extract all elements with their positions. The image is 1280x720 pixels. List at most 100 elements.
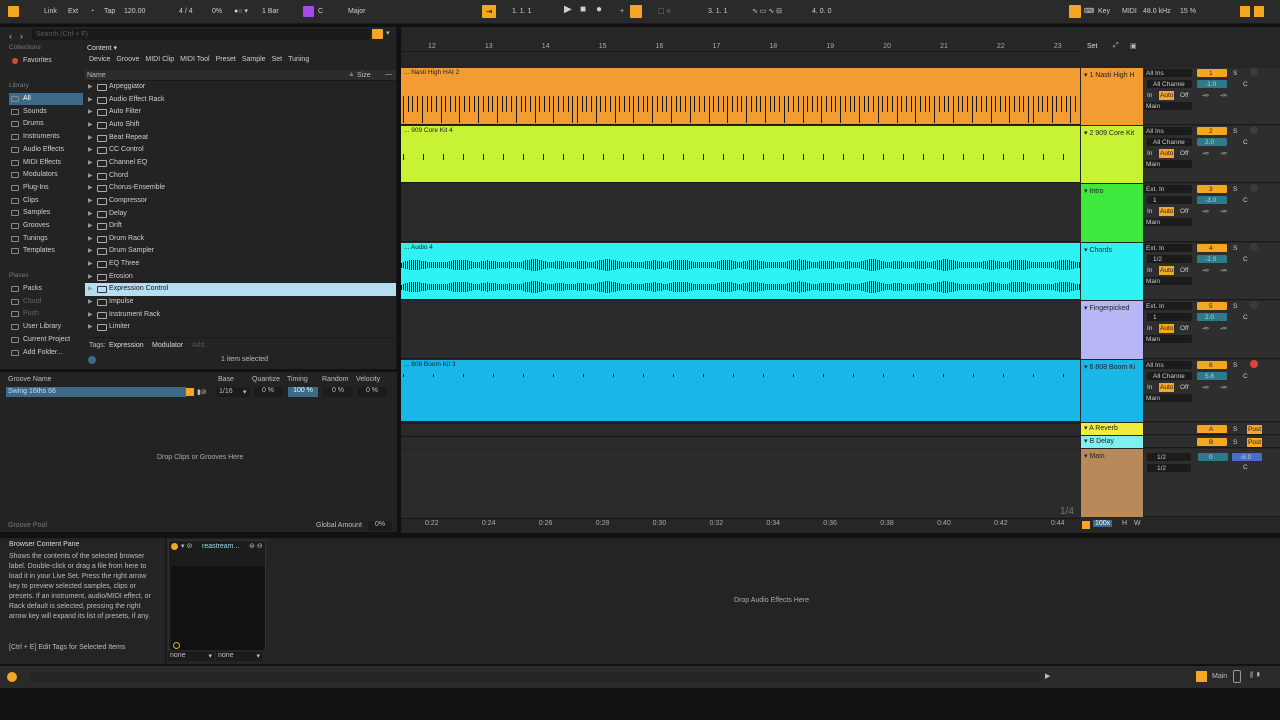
sidebar-item-instruments[interactable]: Instruments xyxy=(9,131,83,143)
browser-menu-icon[interactable]: ▾ xyxy=(386,29,390,37)
expand-arrow-icon[interactable]: ▶ xyxy=(88,220,93,233)
monitor-in-button[interactable]: In xyxy=(1147,91,1152,100)
global-amount-field[interactable]: 0% xyxy=(368,521,392,531)
arm-icon[interactable] xyxy=(1250,68,1258,76)
arm-icon[interactable] xyxy=(1250,301,1258,309)
track-activator[interactable]: 1 xyxy=(1197,69,1227,77)
punch-in-icon[interactable]: ∿ ▭ ∿ ⊟ xyxy=(752,6,782,18)
sidebar-item-templates[interactable]: Templates xyxy=(9,245,83,257)
volume-field[interactable]: 2.0 xyxy=(1197,138,1227,146)
expand-icon[interactable]: ⤢ xyxy=(1113,42,1119,50)
output-select[interactable]: Main xyxy=(1144,335,1192,343)
expand-arrow-icon[interactable]: ▶ xyxy=(88,309,93,322)
size-column-header[interactable]: Size xyxy=(357,72,371,79)
clip[interactable]: ... 909 Core Kit 4 xyxy=(401,126,1080,183)
sidebar-item-midi-effects[interactable]: MIDI Effects xyxy=(9,157,83,169)
base-select[interactable]: 1/16 xyxy=(219,388,233,395)
monitor-auto-button[interactable]: Auto xyxy=(1159,324,1175,333)
solo-button[interactable]: S xyxy=(1233,302,1237,311)
input-type-select[interactable]: All Ins xyxy=(1144,361,1192,369)
expand-arrow-icon[interactable]: ▶ xyxy=(88,81,93,94)
overdub-icon[interactable]: + xyxy=(620,6,624,18)
pan-value[interactable]: C xyxy=(1243,255,1248,264)
device-select-1[interactable]: none ▾ xyxy=(168,652,214,661)
volume-field[interactable]: 5.8 xyxy=(1197,372,1227,380)
hot-swap-icon[interactable] xyxy=(186,388,194,396)
monitor-off-button[interactable]: Off xyxy=(1180,207,1189,216)
scale-select[interactable]: Major xyxy=(348,6,366,18)
solo-button[interactable]: S xyxy=(1233,185,1237,194)
send-b-value[interactable]: -∞ xyxy=(1220,324,1227,333)
expand-arrow-icon[interactable]: ▶ xyxy=(88,170,93,183)
sidebar-item-grooves[interactable]: Grooves xyxy=(9,220,83,232)
list-item[interactable]: ▶ Auto Filter xyxy=(85,106,396,119)
solo-button[interactable]: S xyxy=(1233,361,1237,370)
sidebar-item-plug-ins[interactable]: Plug-Ins xyxy=(9,182,83,194)
monitor-off-button[interactable]: Off xyxy=(1180,266,1189,275)
fold-icon[interactable]: ▣ xyxy=(1130,42,1137,50)
monitor-off-button[interactable]: Off xyxy=(1180,324,1189,333)
main-input-2[interactable]: 1/2 xyxy=(1157,464,1166,473)
monitor-auto-button[interactable]: Auto xyxy=(1159,207,1175,216)
sidebar-item-tunings[interactable]: Tunings xyxy=(9,233,83,245)
list-item[interactable]: ▶ Chorus-Ensemble xyxy=(85,182,396,195)
monitor-in-button[interactable]: In xyxy=(1147,207,1152,216)
follow-icon[interactable] xyxy=(1082,521,1090,529)
solo-button[interactable]: S xyxy=(1233,69,1237,78)
main-pan[interactable]: C xyxy=(1243,463,1248,472)
expand-arrow-icon[interactable]: ▶ xyxy=(88,321,93,334)
list-item[interactable]: ▶ Drift xyxy=(85,220,396,233)
time-signature-field[interactable]: 4 / 4 xyxy=(179,6,193,18)
arm-icon[interactable] xyxy=(1250,126,1258,134)
timing-field[interactable]: 100 % xyxy=(288,387,318,397)
track-activator[interactable]: 4 xyxy=(1197,244,1227,252)
output-select[interactable]: Main xyxy=(1144,160,1192,168)
main-track-lane[interactable] xyxy=(401,449,1080,517)
pan-value[interactable]: C xyxy=(1243,138,1248,147)
track-header[interactable]: ▾ 6 808 Boom Ki xyxy=(1081,360,1143,422)
filter-sample[interactable]: Sample xyxy=(242,56,266,63)
h-button[interactable]: H xyxy=(1122,520,1127,527)
monitor-off-button[interactable]: Off xyxy=(1180,91,1189,100)
tempo-field[interactable]: 120.00 xyxy=(124,6,145,18)
track-activator[interactable]: 3 xyxy=(1197,185,1227,193)
list-item[interactable]: ▶ Compressor xyxy=(85,195,396,208)
capture-icon[interactable]: ⬚ ○ xyxy=(658,6,671,18)
filter-set[interactable]: Set xyxy=(272,56,283,63)
place-user-library[interactable]: User Library xyxy=(9,321,83,333)
column-options-icon[interactable]: — xyxy=(385,71,392,78)
monitor-in-button[interactable]: In xyxy=(1147,324,1152,333)
sidebar-item-sounds[interactable]: Sounds xyxy=(9,106,83,118)
clip[interactable]: ... Nasti High HAt 2 xyxy=(401,68,1080,125)
main-volume[interactable]: -6.0 xyxy=(1240,453,1251,462)
track-select-icon[interactable] xyxy=(1196,671,1207,682)
loop-length-field[interactable]: 4. 0. 0 xyxy=(812,6,831,18)
return-activator[interactable]: B xyxy=(1197,438,1227,446)
time-ruler[interactable] xyxy=(401,518,1080,531)
play-status-icon[interactable]: ▶ xyxy=(1045,672,1050,680)
record-mode-icon[interactable]: ●○ ▾ xyxy=(234,6,248,18)
name-column-header[interactable]: Name xyxy=(87,72,106,79)
list-item[interactable]: ▶ EQ Three xyxy=(85,258,396,271)
monitor-in-button[interactable]: In xyxy=(1147,149,1152,158)
send-a-value[interactable]: -∞ xyxy=(1202,324,1209,333)
sidebar-item-audio-effects[interactable]: Audio Effects xyxy=(9,144,83,156)
expand-arrow-icon[interactable]: ▶ xyxy=(88,233,93,246)
loop-start-field[interactable]: 3. 1. 1 xyxy=(708,6,727,18)
clip[interactable]: ... 808 Boom Kit 3 xyxy=(401,360,1080,422)
expand-arrow-icon[interactable]: ▶ xyxy=(88,119,93,132)
send-a-value[interactable]: -∞ xyxy=(1202,149,1209,158)
monitor-off-button[interactable]: Off xyxy=(1180,383,1189,392)
send-a-value[interactable]: -∞ xyxy=(1202,383,1209,392)
tap-button[interactable]: Tap xyxy=(104,6,115,18)
monitor-auto-button[interactable]: Auto xyxy=(1159,266,1175,275)
expand-arrow-icon[interactable]: ▶ xyxy=(88,296,93,309)
monitor-off-button[interactable]: Off xyxy=(1180,149,1189,158)
expand-arrow-icon[interactable]: ▶ xyxy=(88,157,93,170)
expand-arrow-icon[interactable]: ▶ xyxy=(88,132,93,145)
empty-lane[interactable] xyxy=(401,184,1080,242)
device-power-icon[interactable] xyxy=(171,543,178,550)
input-channel-select[interactable]: 1/2 xyxy=(1147,255,1192,263)
ext-button[interactable]: Ext xyxy=(68,6,78,18)
expand-arrow-icon[interactable]: ▶ xyxy=(88,106,93,119)
